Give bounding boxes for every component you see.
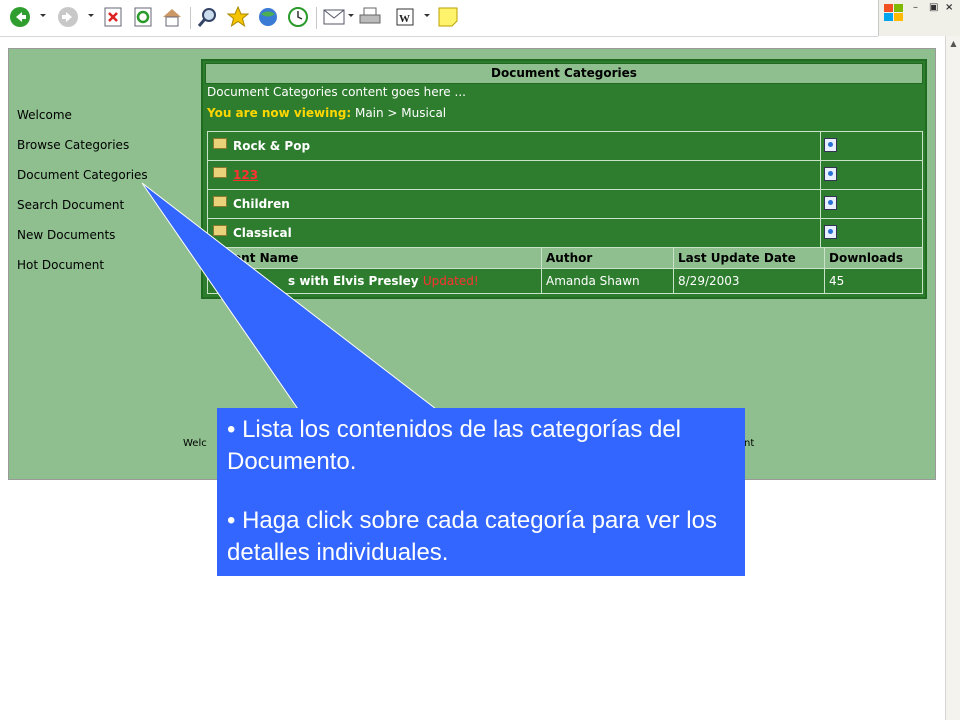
document-downloads: 45 [824, 268, 923, 294]
sidebar-item-document-categories[interactable]: Document Categories [17, 167, 148, 197]
panel-description: Document Categories content goes here ..… [207, 85, 466, 99]
table-header-row: ument Name Author Last Update Date Downl… [207, 247, 923, 269]
vertical-scrollbar[interactable]: ▲ [945, 36, 960, 720]
category-row[interactable]: Rock & Pop [207, 131, 923, 161]
mail-dropdown-icon[interactable] [348, 14, 354, 17]
callout-bullet-1: • Lista los contenidos de las categorías… [227, 416, 682, 475]
print-icon[interactable] [358, 5, 382, 29]
breadcrumb-label: You are now viewing: [207, 106, 352, 120]
sidebar-item-new-documents[interactable]: New Documents [17, 227, 148, 257]
folder-icon [213, 196, 227, 207]
footer-text-left: Welc [183, 438, 207, 449]
documents-table: ument Name Author Last Update Date Downl… [207, 247, 923, 294]
table-row[interactable]: s with Elvis Presley Updated! Amanda Sha… [207, 268, 923, 294]
sidebar-item-hot-document[interactable]: Hot Document [17, 257, 148, 287]
document-categories-panel: Document Categories Document Categories … [201, 59, 927, 299]
browser-toolbar: W [0, 0, 878, 37]
sidebar-nav: Welcome Browse Categories Document Categ… [17, 107, 148, 287]
folder-icon [213, 225, 227, 236]
category-name[interactable]: Classical [233, 226, 292, 240]
forward-icon[interactable] [56, 5, 80, 29]
back-icon[interactable] [8, 5, 32, 29]
document-author: Amanda Shawn [541, 268, 674, 294]
category-list: Rock & Pop 123 Children Classical [207, 131, 923, 248]
word-icon[interactable]: W [394, 5, 416, 29]
column-header-author[interactable]: Author [541, 247, 674, 269]
document-name-link[interactable]: s with Elvis Presley [288, 274, 419, 288]
category-view-icon[interactable] [824, 166, 837, 181]
favorites-icon[interactable] [226, 5, 250, 29]
panel-title: Document Categories [205, 63, 923, 84]
folder-icon [213, 138, 227, 149]
breadcrumb: You are now viewing: Main > Musical [207, 106, 446, 120]
column-header-name[interactable]: ument Name [207, 247, 542, 269]
footer-text-right: nt [744, 438, 755, 449]
category-row[interactable]: Children [207, 189, 923, 219]
close-icon[interactable]: × [945, 2, 953, 13]
toolbar-separator [316, 7, 317, 29]
stop-icon[interactable] [102, 5, 124, 29]
mail-icon[interactable] [322, 5, 346, 29]
document-date: 8/29/2003 [673, 268, 825, 294]
column-header-downloads[interactable]: Downloads [824, 247, 923, 269]
back-dropdown-icon[interactable] [40, 14, 46, 17]
forward-dropdown-icon[interactable] [88, 14, 94, 17]
callout-box: • Lista los contenidos de las categorías… [217, 408, 745, 576]
window-controls: – ▣ × [878, 0, 960, 36]
svg-text:W: W [399, 13, 410, 25]
category-row[interactable]: 123 [207, 160, 923, 190]
refresh-icon[interactable] [132, 5, 154, 29]
restore-icon[interactable]: ▣ [929, 2, 938, 13]
category-name[interactable]: Rock & Pop [233, 139, 310, 153]
category-name[interactable]: Children [233, 197, 290, 211]
minimize-icon[interactable]: – [913, 2, 918, 13]
folder-icon [213, 167, 227, 178]
media-icon[interactable] [256, 5, 280, 29]
category-row[interactable]: Classical [207, 218, 923, 248]
sidebar-item-welcome[interactable]: Welcome [17, 107, 148, 137]
category-name[interactable]: 123 [233, 168, 258, 182]
category-view-icon[interactable] [824, 195, 837, 210]
toolbar-separator [190, 7, 191, 29]
updated-badge: Updated! [422, 274, 479, 288]
note-icon[interactable] [436, 5, 460, 29]
callout-bullet-2: • Haga click sobre cada categoría para v… [227, 507, 717, 566]
category-view-icon[interactable] [824, 137, 837, 152]
sidebar-item-browse-categories[interactable]: Browse Categories [17, 137, 148, 167]
history-icon[interactable] [286, 5, 310, 29]
scroll-up-icon[interactable]: ▲ [946, 36, 960, 51]
category-view-icon[interactable] [824, 224, 837, 239]
search-icon[interactable] [196, 5, 220, 29]
column-header-date[interactable]: Last Update Date [673, 247, 825, 269]
sidebar-item-search-document[interactable]: Search Document [17, 197, 148, 227]
windows-logo-icon [883, 2, 905, 26]
breadcrumb-path: Main > Musical [354, 106, 447, 120]
word-dropdown-icon[interactable] [424, 14, 430, 17]
home-icon[interactable] [160, 5, 184, 29]
